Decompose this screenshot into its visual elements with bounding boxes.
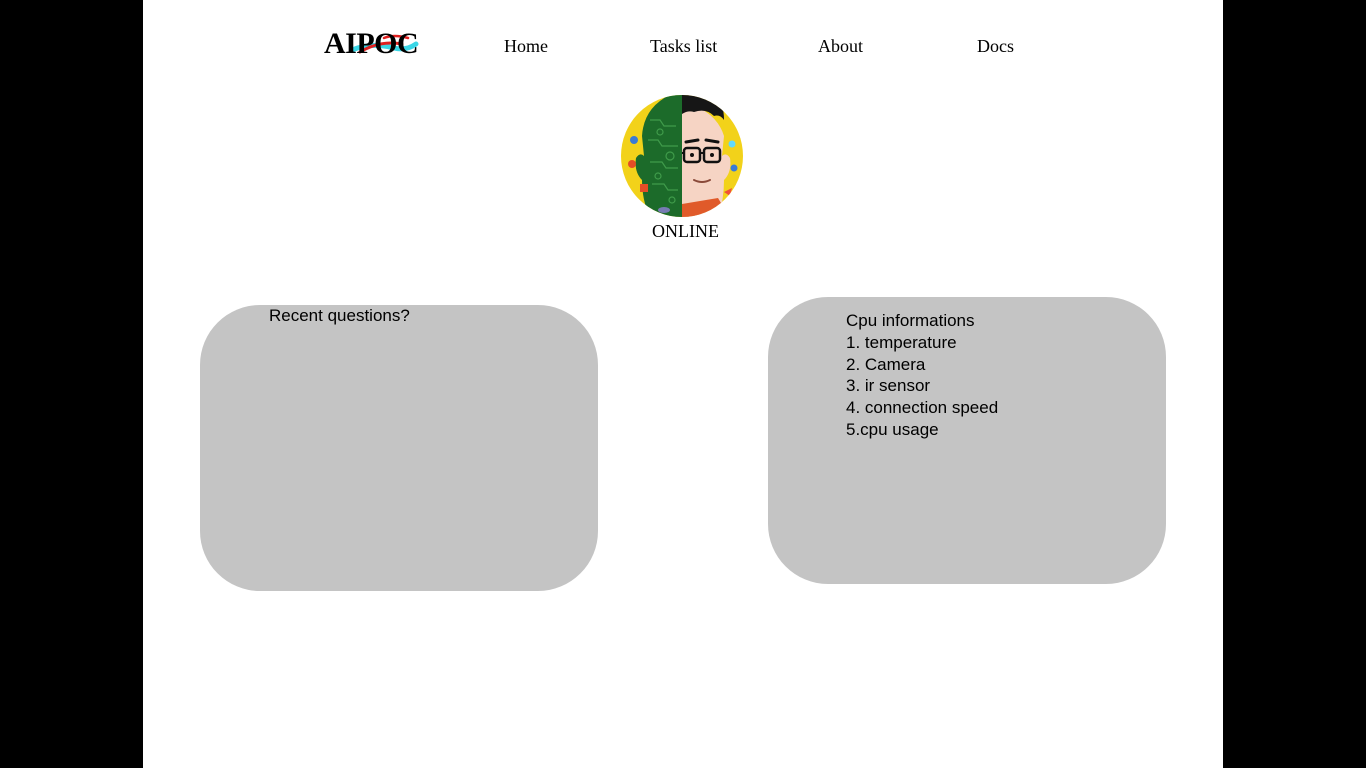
cpu-list-item-ir-sensor: 3. ir sensor: [846, 376, 931, 396]
nav-home-link[interactable]: Home: [504, 34, 548, 58]
cpu-list-item-connection-speed: 4. connection speed: [846, 398, 999, 418]
cpu-informations-list: Cpu informations 1. temperature 2. Camer…: [846, 310, 998, 441]
logo-text: AIPOC: [324, 27, 419, 60]
cpu-list-item-cpu-usage: 5.cpu usage: [846, 419, 939, 439]
avatar: [621, 95, 743, 217]
status-label: ONLINE: [652, 221, 719, 241]
recent-questions-card: [200, 305, 598, 591]
cpu-informations-title: Cpu informations: [846, 311, 975, 330]
page: AIPOC Home Tasks list About Docs ONLINE …: [143, 0, 1223, 768]
nav-docs-link[interactable]: Docs: [977, 34, 1014, 58]
nav-tasks-list-link[interactable]: Tasks list: [650, 34, 717, 58]
nav-about-link[interactable]: About: [818, 34, 863, 58]
recent-questions-title: Recent questions?: [269, 306, 410, 325]
cpu-list-item-camera: 2. Camera: [846, 354, 926, 374]
cpu-list-item-temperature: 1. temperature: [846, 332, 957, 352]
logo[interactable]: AIPOC: [324, 24, 424, 64]
